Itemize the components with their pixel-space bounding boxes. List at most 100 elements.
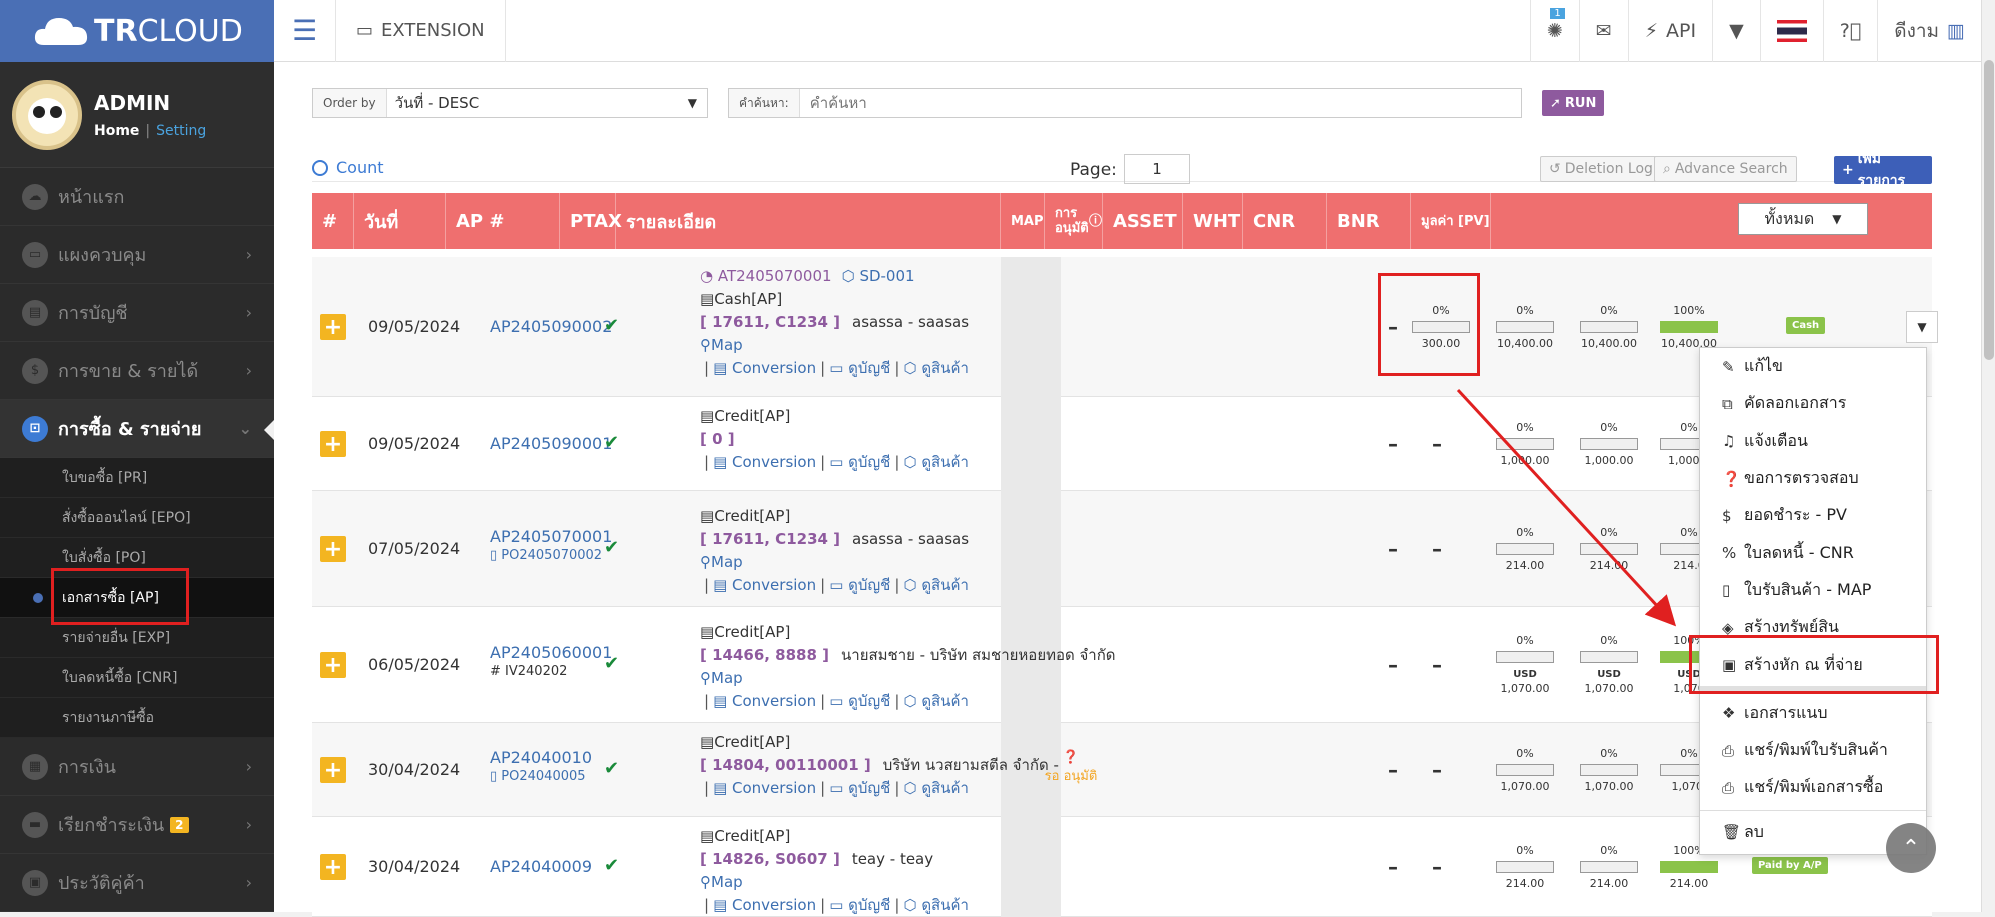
sidebar-item-billing[interactable]: ▬ เรียกชำระเงิน 2 › [0,796,274,854]
search-input[interactable] [799,94,1521,112]
party-name: asassa - saasas [852,530,970,548]
count-button[interactable]: Count [312,158,384,177]
conversion-link[interactable]: ▤ Conversion [713,357,816,380]
language-flag[interactable] [1759,0,1823,62]
sidebar-item-finance[interactable]: ▦ การเงิน › [0,738,274,796]
ap-number-link[interactable]: AP2405090001 [490,434,612,453]
notification-button[interactable]: ✺ 1 [1529,0,1579,62]
home-link[interactable]: Home [94,123,139,139]
col-ap[interactable]: AP # [446,193,560,249]
deletion-log-button[interactable]: ↺ Deletion Log [1540,156,1662,182]
product-link[interactable]: ⬡ ดูสินค้า [903,690,968,713]
help-button[interactable]: ?⃝ [1822,0,1878,62]
menu-payment-pv[interactable]: $ ยอดชำระ - PV [1700,497,1926,534]
sidebar-item-dashboard[interactable]: ▭ แผงควบคุม › [0,226,274,284]
at-link[interactable]: ◔ AT2405070001 [700,265,832,288]
product-link[interactable]: ⬡ ดูสินค้า [903,451,968,474]
order-by-select[interactable]: Order by วันที่ - DESC ▼ [312,88,708,118]
submenu-cnr[interactable]: ใบลดหนี้ซื้อ [CNR] [0,658,274,698]
map-link[interactable]: ⚲ Map [700,871,743,894]
expand-row-button[interactable]: + [320,854,346,880]
sidebar-item-purchase[interactable]: ⊡ การซื้อ & รายจ่าย ⌄ [0,400,274,458]
sidebar-item-sales[interactable]: $ การขาย & รายได้ › [0,342,274,400]
avatar[interactable] [12,79,82,150]
account-link[interactable]: ▭ ดูบัญชี [829,894,890,917]
ap-number-link[interactable]: AP2405060001 [490,643,612,662]
sidebar-item-accounting[interactable]: ▤ การบัญชี › [0,284,274,342]
map-link[interactable]: ⚲ Map [700,551,743,574]
extension-button[interactable]: ▭ EXTENSION [336,0,506,62]
expand-row-button[interactable]: + [320,314,346,340]
product-link[interactable]: ⬡ ดูสินค้า [903,777,968,800]
party-line: [ 17611, C1234 ] asassa - saasas [700,528,969,551]
expand-row-button[interactable]: + [320,757,346,783]
table-row: +30/04/2024 AP24040009 ✔ ▤ Credit[AP][ 1482… [312,817,1932,917]
map-link[interactable]: ⚲ Map [700,667,743,690]
menu-print-purchase[interactable]: ⎙ แชร์/พิมพ์เอกสารซื้อ [1700,769,1926,806]
account-link[interactable]: ▭ ดูบัญชี [829,451,890,474]
menu-credit-note[interactable]: % ใบลดหนี้ - CNR [1700,534,1926,571]
product-link[interactable]: ⬡ ดูสินค้า [903,894,968,917]
submenu-epo[interactable]: สั่งซื้อออนไลน์ [EPO] [0,498,274,538]
setting-link[interactable]: Setting [156,123,206,139]
menu-print-receipt[interactable]: ⎙ แชร์/พิมพ์ใบรับสินค้า [1700,732,1926,769]
product-link[interactable]: ⬡ ดูสินค้า [903,574,968,597]
ap-number-link[interactable]: AP24040009 [490,857,592,876]
user-menu[interactable]: ดีงาม ▥ [1877,0,1981,62]
col-date[interactable]: วันที่ [354,193,446,249]
party-line: [ 14804, 00110001 ] บริษัท นวสยามสตีล จำก… [700,754,1059,777]
reference-link[interactable]: ▯ PO2405070002 [490,548,602,563]
account-link[interactable]: ▭ ดูบัญชี [829,574,890,597]
submenu-pr[interactable]: ใบขอซื้อ [PR] [0,458,274,498]
expand-row-button[interactable]: + [320,652,346,678]
dropdown-toggle[interactable]: ▼ [1712,0,1760,62]
account-link[interactable]: ▭ ดูบัญชี [829,690,890,713]
mail-button[interactable]: ✉ [1578,0,1628,62]
highlight-wht-cell [1378,273,1480,376]
menu-notify[interactable]: ♫ แจ้งเตือน [1700,423,1926,460]
card-icon: ▬ [22,811,48,838]
sd-link[interactable]: ⬡ SD-001 [842,265,915,288]
cnr-amount: 1,000.00 [1500,453,1550,467]
bnr-cell: 0% 10,400.00 [1574,257,1644,396]
run-button[interactable]: ➚ RUN [1542,90,1605,116]
scroll-to-top-button[interactable]: ⌃ [1886,823,1936,873]
ap-number-link[interactable]: AP2405070001 [490,527,612,546]
sidebar-item-partner-history[interactable]: ▣ ประวัติคู่ค้า › [0,854,274,912]
brand-logo[interactable]: TR CLOUD [0,0,274,62]
ap-number-link[interactable]: AP2405090002 [490,317,612,336]
product-link[interactable]: ⬡ ดูสินค้า [903,357,968,380]
map-link[interactable]: ⚲ Map [700,334,743,357]
conversion-link[interactable]: ▤ Conversion [713,690,816,713]
reference-link[interactable]: ▯ PO24040005 [490,769,586,784]
reference-link[interactable]: # IV240202 [490,664,567,679]
expand-row-button[interactable]: + [320,536,346,562]
highlight-ap-menu [51,568,189,625]
account-link[interactable]: ▭ ดูบัญชี [829,357,890,380]
scrollbar[interactable] [1981,0,1995,912]
ap-number-link[interactable]: AP24040010 [490,748,592,767]
hamburger-menu-icon[interactable]: ☰ [274,0,336,62]
account-link[interactable]: ▭ ดูบัญชี [829,777,890,800]
status-filter-select[interactable]: ทั้งหมด ▼ [1738,203,1868,235]
menu-copy[interactable]: ⧉ คัดลอกเอกสาร [1700,385,1926,422]
advance-search-button[interactable]: ⌕ Advance Search [1654,156,1797,182]
asset-dash: – [1388,758,1398,782]
deletion-log-label: Deletion Log [1564,161,1653,177]
conversion-link[interactable]: ▤ Conversion [713,451,816,474]
submenu-tax-report[interactable]: รายงานภาษีซื้อ [0,698,274,738]
api-button[interactable]: ⚡ API [1627,0,1712,62]
approval-status[interactable]: ❓ รอ อนุมัติ [1042,750,1100,786]
row-action-toggle[interactable]: ▼ [1906,311,1938,343]
menu-goods-receipt[interactable]: ▯ ใบรับสินค้า - MAP [1700,572,1926,609]
expand-row-button[interactable]: + [320,431,346,457]
sidebar-item-home[interactable]: ☁ หน้าแรก [0,168,274,226]
menu-edit[interactable]: ✎ แก้ไข [1700,348,1926,385]
conversion-link[interactable]: ▤ Conversion [713,894,816,917]
conversion-link[interactable]: ▤ Conversion [713,777,816,800]
add-item-button[interactable]: + เพิ่มรายการ [1834,151,1932,189]
menu-attachments[interactable]: ❖ เอกสารแนบ [1700,695,1926,732]
page-input[interactable]: 1 [1124,154,1190,184]
menu-request-review[interactable]: ❓ ขอการตรวจสอบ [1700,460,1926,497]
conversion-link[interactable]: ▤ Conversion [713,574,816,597]
